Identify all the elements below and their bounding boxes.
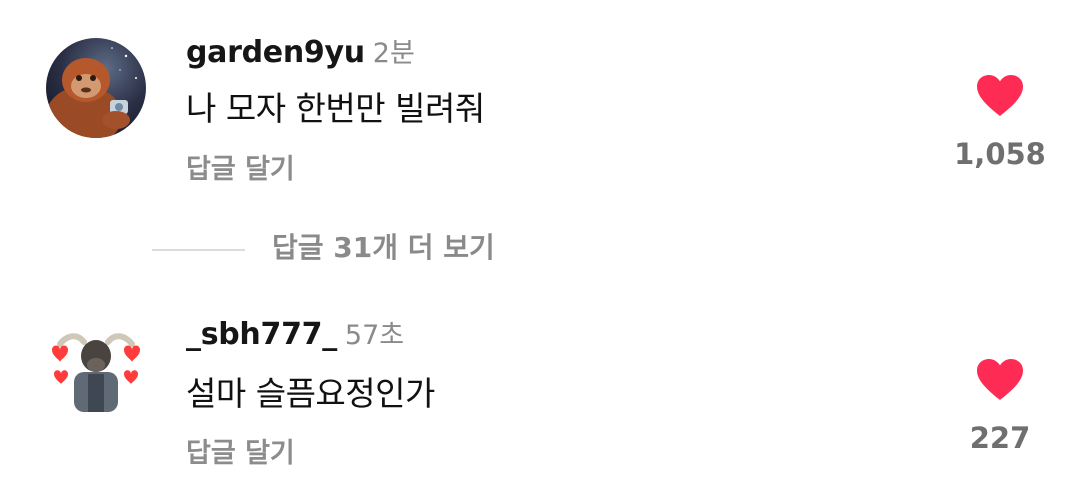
comment-item: _sbh777_ 57초 설마 슬픔요정인가 답글 달기 227 (0, 0, 1080, 503)
avatar[interactable] (46, 322, 146, 422)
comment-text: 설마 슬픔요정인가 (186, 374, 435, 413)
buffalo-with-hearts-avatar-image (46, 322, 146, 422)
like-control: 227 (930, 358, 1070, 453)
username[interactable]: _sbh777_ (186, 317, 337, 352)
heart-icon[interactable] (976, 358, 1024, 402)
reply-button[interactable]: 답글 달기 (186, 440, 295, 467)
like-count: 227 (969, 421, 1031, 455)
comment-header: _sbh777_ 57초 (186, 320, 404, 350)
timestamp: 57초 (344, 320, 405, 351)
